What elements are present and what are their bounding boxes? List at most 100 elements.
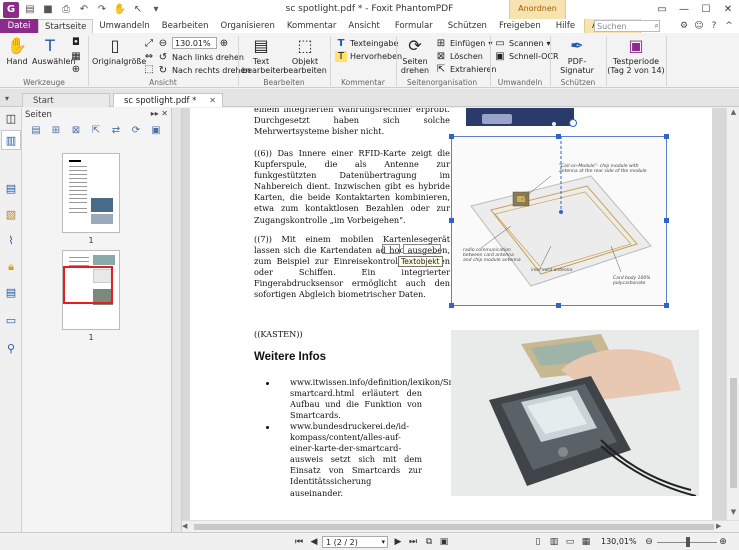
tab-bearbeiten[interactable]: Bearbeiten <box>156 19 215 33</box>
vertical-scrollbar[interactable]: ▲ ▼ <box>726 108 739 520</box>
bullet-item-1[interactable]: www.itwissen.info/definition/lexikon/Sma… <box>290 377 490 421</box>
notification-icon[interactable]: ☺ <box>693 20 705 32</box>
scroll-down-icon[interactable]: ▼ <box>727 508 739 518</box>
hand-tool-icon[interactable]: ✋ <box>113 3 127 17</box>
hand-button[interactable]: ✋ Hand <box>4 37 30 67</box>
search-icon[interactable]: ⌕ <box>655 21 659 31</box>
doc-tab-start[interactable]: Start <box>22 93 110 107</box>
zoom-in-status-icon[interactable]: ⊕ <box>717 536 729 548</box>
settings-icon[interactable]: ⚙ <box>678 20 690 32</box>
resize-handle-nw[interactable] <box>449 134 454 139</box>
content-panel-icon[interactable]: ▭ <box>4 314 18 328</box>
rotate-page-icon[interactable]: ⟳ <box>130 125 142 137</box>
copy-page-icon[interactable]: ⧉ <box>423 536 435 548</box>
continuous-view-icon[interactable]: ▥ <box>548 536 560 548</box>
tab-organisieren[interactable]: Organisieren <box>215 19 281 33</box>
horizontal-scroll-thumb[interactable] <box>194 524 714 530</box>
rotate-left-button[interactable]: ↺ Nach links drehen <box>157 52 244 63</box>
scroll-left-icon[interactable]: ◀ <box>182 522 187 530</box>
lock-icon[interactable]: 🔒︎ <box>4 260 18 274</box>
extract-button[interactable]: ⇱ Extrahieren <box>435 64 497 75</box>
tab-schuetzen[interactable]: Schützen <box>442 19 493 33</box>
minimize-button[interactable]: — <box>673 0 695 19</box>
zoom-tool-button[interactable]: ⊕ <box>70 64 82 75</box>
rotate-handle-icon[interactable] <box>569 119 577 127</box>
actual-size-button[interactable]: ▯ Originalgröße <box>92 37 146 67</box>
typewriter-button[interactable]: T Texteingabe <box>335 38 399 49</box>
collapse-ribbon-icon[interactable]: ^ <box>723 20 735 32</box>
tabs-menu-icon[interactable]: ▾ <box>5 94 9 103</box>
select-button[interactable]: T Auswählen <box>32 37 75 67</box>
pages-panel-icon[interactable]: ▥ <box>1 130 21 150</box>
insert-button[interactable]: ⊞Einfügen▾ <box>435 38 493 49</box>
panel-splitter[interactable] <box>172 108 182 550</box>
zoom-out-status-icon[interactable]: ⊖ <box>643 536 655 548</box>
tab-formular[interactable]: Formular <box>386 19 442 33</box>
resize-handle-sw[interactable] <box>449 303 454 308</box>
zoom-out-button[interactable]: ⊖ <box>157 38 169 49</box>
layers-icon[interactable]: ▤ <box>4 182 18 196</box>
zoom-level[interactable]: 130,01% <box>601 537 637 546</box>
tab-freigeben[interactable]: Freigeben <box>493 19 547 33</box>
search-input[interactable]: Suchen ⌕ <box>594 20 660 32</box>
redo-icon[interactable]: ↷ <box>95 3 109 17</box>
help-icon[interactable]: ? <box>708 20 720 32</box>
tab-ansicht[interactable]: Ansicht <box>342 19 385 33</box>
resize-handle-se[interactable] <box>664 303 669 308</box>
highlight-button[interactable]: T Hervorheben <box>335 51 402 62</box>
single-page-view-icon[interactable]: ▯ <box>532 536 544 548</box>
vertical-scroll-thumb[interactable] <box>730 378 737 488</box>
last-page-icon[interactable]: ⏭ <box>407 536 419 548</box>
view-mode-icon[interactable]: ▣ <box>438 536 450 548</box>
page-thumbnail-1[interactable] <box>62 153 120 233</box>
customize-quick-access-icon[interactable]: ▾ <box>149 3 163 17</box>
bullet-item-2[interactable]: www.bundesdruckerei.de/id-kompass/conten… <box>290 421 422 499</box>
kasten-label[interactable]: ((KASTEN)) <box>254 329 374 340</box>
paragraph-0[interactable]: einem integrierten Wahrungsrechner erpro… <box>254 108 450 137</box>
resize-handle-w[interactable] <box>449 218 454 223</box>
snapshot-button[interactable]: ◘ <box>70 37 82 48</box>
chevron-down-icon[interactable]: ▾ <box>381 538 385 546</box>
delete-button[interactable]: ⊠ Löschen <box>435 51 483 62</box>
extract-page-icon[interactable]: ⇱ <box>90 125 102 137</box>
close-tab-icon[interactable]: ✕ <box>209 96 216 105</box>
clipboard-button[interactable]: ▦ <box>70 51 82 62</box>
panel-collapse-icon[interactable]: ▸▸ ✕ <box>151 109 168 118</box>
fit-visible-button[interactable]: ⬚ <box>143 64 155 75</box>
weitere-infos-heading[interactable]: Weitere Infos <box>254 351 326 363</box>
replace-page-icon[interactable]: ⇄ <box>110 125 122 137</box>
select-tool-icon[interactable]: ↖ <box>131 3 145 17</box>
scan-button[interactable]: ▭ Scannen ▾ <box>494 38 550 49</box>
app-logo[interactable]: G <box>3 1 19 18</box>
close-button[interactable]: ✕ <box>717 0 739 19</box>
tab-startseite[interactable]: Startseite <box>38 19 94 33</box>
zoom-slider-knob[interactable] <box>686 537 690 547</box>
zoom-in-button[interactable]: ⊕ <box>218 38 230 49</box>
tab-hilfe[interactable]: Hilfe <box>547 19 584 33</box>
continuous-facing-view-icon[interactable]: ▦ <box>580 536 592 548</box>
signature-panel-icon[interactable]: ▤ <box>4 286 18 300</box>
page-number-input[interactable]: 1 (2 / 2) ▾ <box>322 536 388 548</box>
comments-icon[interactable]: ▧ <box>4 208 18 222</box>
open-icon[interactable]: ▤ <box>23 3 37 17</box>
thumbnail-view-rectangle[interactable] <box>63 266 113 304</box>
resize-handle-n[interactable] <box>556 134 561 139</box>
ribbon-display-icon[interactable]: ▭ <box>651 0 673 19</box>
rotate-right-button[interactable]: ↻ Nach rechts drehen <box>157 65 251 76</box>
delete-page-icon[interactable]: ⊠ <box>70 125 82 137</box>
edit-text-button[interactable]: ▤ Text bearbeiten <box>242 37 286 76</box>
maximize-button[interactable]: ☐ <box>695 0 717 19</box>
next-page-icon[interactable]: ▶ <box>392 536 404 548</box>
zoom-input[interactable]: 130.01% <box>172 37 217 49</box>
resize-handle-ne[interactable] <box>664 134 669 139</box>
scroll-up-icon[interactable]: ▲ <box>727 108 739 118</box>
tab-umwandeln[interactable]: Umwandeln <box>93 19 155 33</box>
card-reader-photo[interactable] <box>451 330 699 496</box>
scroll-right-icon[interactable]: ▶ <box>716 522 721 530</box>
paragraph-6[interactable]: ((6)) Das Innere einer RFID-Karte zeigt … <box>254 148 450 226</box>
pdf-signature-button[interactable]: ✒ PDF-Signatur <box>553 37 601 76</box>
attachment-icon[interactable]: ⌇ <box>4 234 18 248</box>
object-selection-frame[interactable] <box>451 136 667 306</box>
user-search-icon[interactable]: ⚲ <box>4 342 18 356</box>
doc-tab-file[interactable]: sc spotlight.pdf * ✕ <box>113 93 223 107</box>
